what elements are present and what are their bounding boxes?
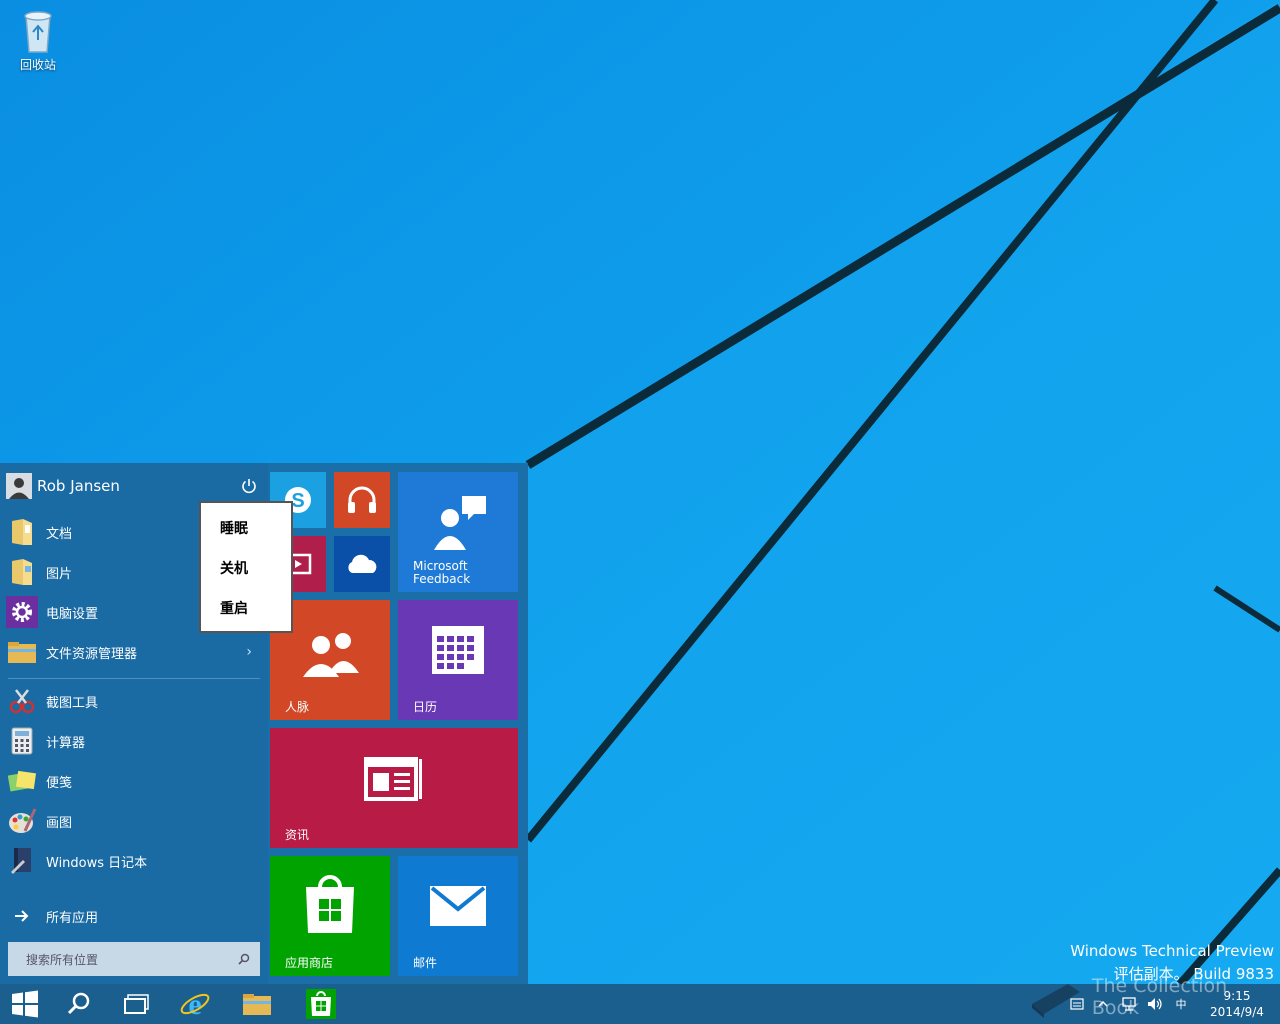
tile-label: 资讯 [285,828,310,842]
start-item-label: 计算器 [46,735,86,751]
overlay-text: The Collection Book [1091,975,1228,1019]
collection-book-overlay: The Collection Book [1028,974,1280,1020]
tile-microsoft-feedback[interactable]: Microsoft Feedback [398,472,518,592]
start-item-label: Windows 日记本 [46,855,148,871]
journal-icon [6,845,38,877]
power-option-shutdown[interactable]: 关机 [201,549,291,589]
svg-text:S: S [291,490,304,512]
taskbar-file-explorer[interactable] [228,984,286,1024]
tile-label: 人脉 [285,700,310,714]
start-item-label: 文件资源管理器 [46,646,138,662]
svg-text:e: e [188,988,201,1020]
tile-label: 应用商店 [285,956,334,970]
search-icon [238,953,250,965]
start-item-calculator[interactable]: 计算器 [6,722,260,760]
headphones-icon [348,486,376,513]
task-view-icon [124,994,149,1014]
recycle-bin-icon [24,11,52,53]
mail-icon [430,886,486,927]
chevron-right-icon[interactable]: › [246,644,252,660]
start-item-label: 图片 [46,566,73,582]
internet-explorer-icon: e [180,988,210,1020]
start-item-windows-journal[interactable]: Windows 日记本 [6,842,260,880]
user-account-row[interactable]: Rob Jansen [6,471,260,501]
search-icon [67,992,90,1015]
pictures-folder-icon [6,556,38,588]
recycle-bin-label: 回收站 [19,58,56,72]
taskbar-internet-explorer[interactable]: e [166,984,224,1024]
all-apps-button[interactable]: 所有应用 [6,897,260,935]
start-icon [12,990,38,1018]
tile-label: 日历 [413,700,438,714]
start-item-label: 画图 [46,815,73,831]
start-item-paint[interactable]: 画图 [6,802,260,840]
taskbar-search-button[interactable] [50,984,108,1024]
book-icon [1031,984,1080,1018]
watermark-line1: Windows Technical Preview [1070,942,1274,960]
tile-store[interactable]: 应用商店 [270,856,390,976]
start-item-label: 截图工具 [46,695,99,711]
all-apps-label: 所有应用 [46,910,99,926]
search-placeholder: 搜索所有位置 [26,952,99,967]
power-option-restart[interactable]: 重启 [201,589,291,629]
start-search-input[interactable]: 搜索所有位置 [8,942,260,976]
snipping-tool-icon [6,685,38,717]
start-item-snipping-tool[interactable]: 截图工具 [6,682,260,720]
start-item-label: 便笺 [46,775,73,791]
start-item-label: 电脑设置 [46,606,99,622]
start-button[interactable] [0,984,50,1024]
store-icon [306,875,354,933]
file-explorer-icon [243,994,271,1015]
tile-label-line2: Feedback [413,572,471,586]
calendar-icon [432,626,484,675]
start-item-file-explorer[interactable]: 文件资源管理器 › [6,633,260,671]
tile-calendar[interactable]: 日历 [398,600,518,720]
news-icon [364,757,422,802]
power-icon [242,479,256,494]
tile-music[interactable] [334,472,390,528]
people-icon [303,633,359,677]
user-avatar-icon [6,473,32,499]
task-view-button[interactable] [108,984,166,1024]
gear-icon [6,596,38,628]
sticky-notes-icon [6,765,38,797]
taskbar-store[interactable] [292,984,350,1024]
file-explorer-icon [6,636,38,668]
documents-folder-icon [6,516,38,548]
cloud-icon [348,554,377,573]
tile-news[interactable]: 资讯 [270,728,518,848]
start-item-sticky-notes[interactable]: 便笺 [6,762,260,800]
tile-label: 邮件 [413,956,438,970]
power-option-sleep[interactable]: 睡眠 [201,509,291,549]
calculator-icon [6,725,38,757]
menu-separator [8,678,260,679]
paint-icon [6,805,38,837]
recycle-bin-desktop-icon[interactable]: 回收站 [10,6,66,73]
start-item-label: 文档 [46,526,73,542]
arrow-right-icon [6,900,38,932]
feedback-icon [434,496,486,550]
tile-mail[interactable]: 邮件 [398,856,518,976]
power-button[interactable] [238,475,260,497]
user-name: Rob Jansen [37,477,120,495]
tile-label: Microsoft Feedback [413,560,470,586]
tile-onedrive[interactable] [334,536,390,592]
store-icon [306,989,336,1019]
power-options-menu: 睡眠 关机 重启 [199,501,293,633]
